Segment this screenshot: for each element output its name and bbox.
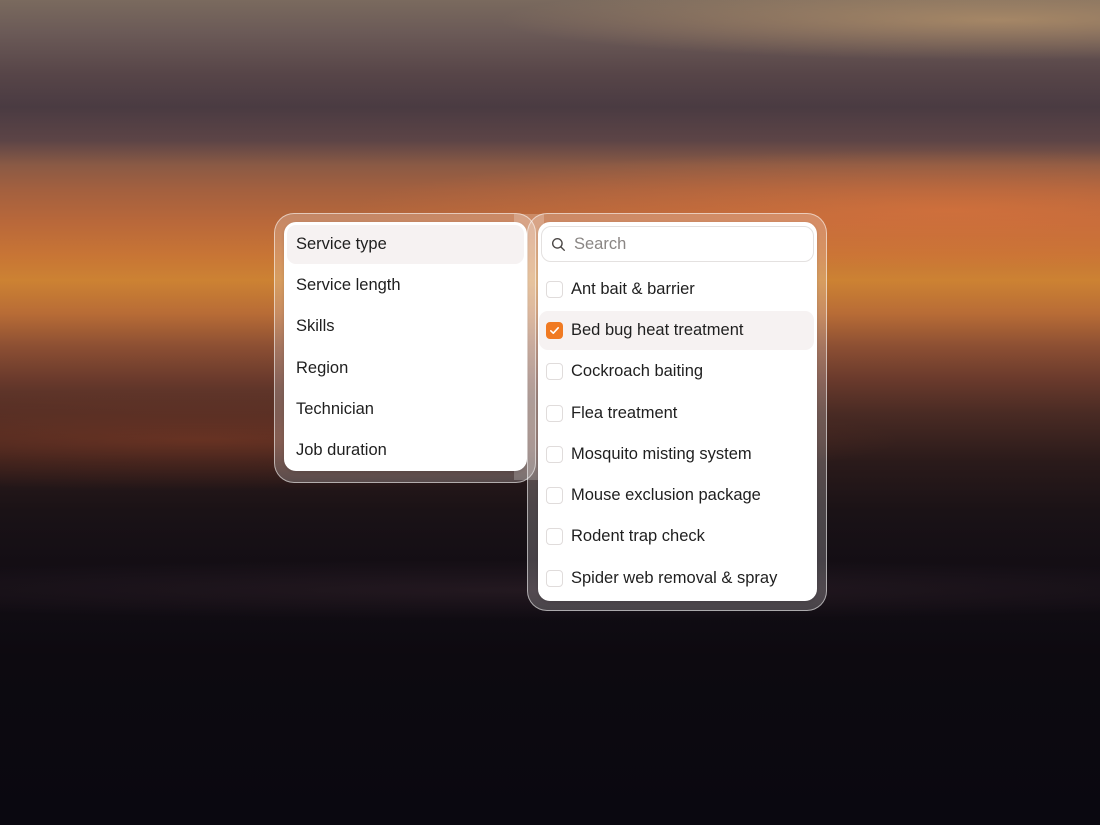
category-item-technician[interactable]: Technician — [287, 390, 524, 429]
checkmark-icon — [549, 326, 559, 334]
search-box[interactable] — [541, 226, 814, 262]
option-label: Rodent trap check — [571, 527, 705, 545]
filter-category-list: Service type Service length Skills Regio… — [284, 222, 527, 471]
category-item-job-duration[interactable]: Job duration — [287, 431, 524, 470]
category-item-service-type[interactable]: Service type — [287, 225, 524, 264]
checkbox-unchecked[interactable] — [546, 570, 563, 587]
option-ant-bait-barrier[interactable]: Ant bait & barrier — [539, 270, 814, 309]
option-label: Spider web removal & spray — [571, 569, 778, 587]
option-cockroach-baiting[interactable]: Cockroach baiting — [539, 352, 814, 391]
filter-popover: Service type Service length Skills Regio… — [274, 213, 827, 611]
checkbox-unchecked[interactable] — [546, 446, 563, 463]
category-item-region[interactable]: Region — [287, 349, 524, 388]
checkbox-unchecked[interactable] — [546, 363, 563, 380]
option-rodent-trap-check[interactable]: Rodent trap check — [539, 517, 814, 556]
option-flea-treatment[interactable]: Flea treatment — [539, 394, 814, 433]
category-item-service-length[interactable]: Service length — [287, 266, 524, 305]
option-label: Flea treatment — [571, 404, 678, 422]
filter-options-panel: Ant bait & barrier Bed bug heat treatmen… — [538, 222, 817, 601]
option-mouse-exclusion-package[interactable]: Mouse exclusion package — [539, 476, 814, 515]
search-icon — [551, 237, 566, 252]
option-label: Mosquito misting system — [571, 445, 752, 463]
checkbox-checked[interactable] — [546, 322, 563, 339]
option-bed-bug-heat-treatment[interactable]: Bed bug heat treatment — [539, 311, 814, 350]
search-input[interactable] — [574, 227, 804, 261]
option-label: Bed bug heat treatment — [571, 321, 744, 339]
option-spider-web-removal-spray[interactable]: Spider web removal & spray — [539, 559, 814, 598]
option-label: Mouse exclusion package — [571, 486, 761, 504]
checkbox-unchecked[interactable] — [546, 281, 563, 298]
category-item-skills[interactable]: Skills — [287, 307, 524, 346]
checkbox-unchecked[interactable] — [546, 487, 563, 504]
option-label: Cockroach baiting — [571, 362, 704, 380]
option-label: Ant bait & barrier — [571, 280, 695, 298]
checkbox-unchecked[interactable] — [546, 528, 563, 545]
checkbox-unchecked[interactable] — [546, 405, 563, 422]
option-mosquito-misting-system[interactable]: Mosquito misting system — [539, 435, 814, 474]
